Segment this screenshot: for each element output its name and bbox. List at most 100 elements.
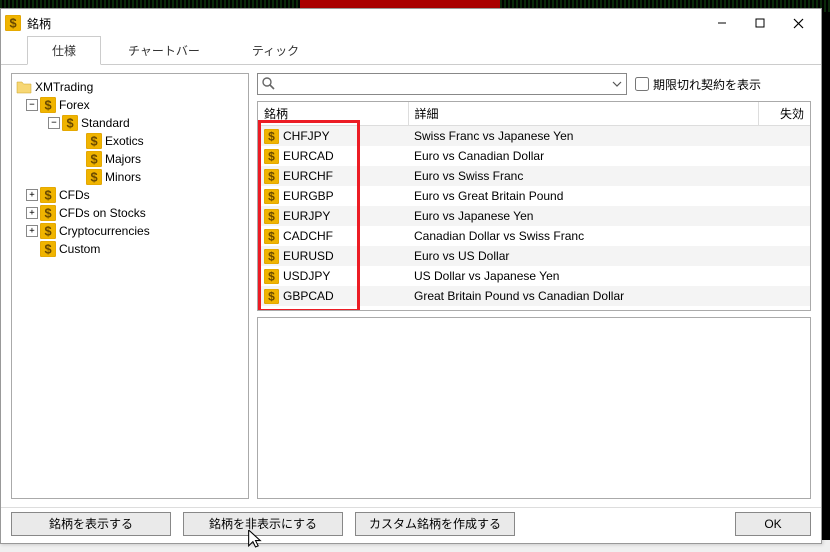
dollar-icon — [264, 269, 279, 284]
tree-node-xmtrading[interactable]: XMTrading — [14, 78, 246, 96]
symbol-cell: EURGBP — [283, 189, 334, 203]
chevron-down-icon — [610, 77, 624, 91]
symbol-table[interactable]: 銘柄 詳細 失効 CHFJPY Swiss Franc vs Japanese … — [258, 102, 810, 306]
tree-spacer — [26, 243, 38, 255]
show-symbol-button[interactable]: 銘柄を表示する — [11, 512, 171, 536]
footer: 銘柄を表示する 銘柄を非表示にする カスタム銘柄を作成する OK — [1, 507, 821, 543]
tab-spec[interactable]: 仕様 — [27, 36, 101, 65]
maximize-icon — [755, 18, 765, 28]
tree-node-leaf[interactable]: Exotics — [70, 132, 246, 150]
collapse-icon[interactable]: − — [48, 117, 60, 129]
invalid-cell — [758, 186, 810, 206]
search-dropdown-button[interactable] — [609, 75, 625, 93]
detail-cell: Euro vs Swiss Franc — [408, 166, 758, 186]
dollar-icon — [264, 289, 279, 304]
tree-node-cryptocurrencies[interactable]: + Cryptocurrencies — [24, 222, 246, 240]
tree-pane[interactable]: XMTrading − Forex — [11, 73, 249, 499]
symbol-cell: EURJPY — [283, 209, 330, 223]
dollar-icon — [264, 249, 279, 264]
tree-node-leaf[interactable]: Minors — [70, 168, 246, 186]
tree-node-cfds-on-stocks[interactable]: + CFDs on Stocks — [24, 204, 246, 222]
create-custom-button[interactable]: カスタム銘柄を作成する — [355, 512, 515, 536]
detail-cell: US Dollar vs Japanese Yen — [408, 266, 758, 286]
col-symbol[interactable]: 銘柄 — [258, 102, 408, 126]
tab-chartbar[interactable]: チャートバー — [103, 36, 225, 64]
dollar-icon — [40, 187, 56, 203]
detail-pane — [257, 317, 811, 499]
invalid-cell — [758, 206, 810, 226]
dollar-icon — [264, 229, 279, 244]
dollar-icon — [62, 115, 78, 131]
tree-label: XMTrading — [35, 80, 93, 94]
detail-cell: Euro vs Canadian Dollar — [408, 146, 758, 166]
tree-node-custom[interactable]: Custom — [24, 240, 246, 258]
dollar-icon — [264, 169, 279, 184]
symbol-cell: CHFJPY — [283, 129, 330, 143]
col-detail[interactable]: 詳細 — [408, 102, 758, 126]
search-input[interactable] — [257, 73, 627, 95]
tree-spacer — [72, 135, 84, 147]
dollar-icon — [40, 223, 56, 239]
tree-spacer — [72, 171, 84, 183]
tree-node-forex[interactable]: − Forex — [24, 96, 246, 114]
expand-icon[interactable]: + — [26, 225, 38, 237]
detail-cell: Canadian Dollar vs Swiss Franc — [408, 226, 758, 246]
dollar-icon — [40, 241, 56, 257]
ok-button[interactable]: OK — [735, 512, 811, 536]
close-icon — [793, 18, 804, 29]
tab-tick[interactable]: ティック — [227, 36, 324, 64]
detail-cell: Euro vs Japanese Yen — [408, 206, 758, 226]
table-row[interactable]: CADCHF Canadian Dollar vs Swiss Franc — [258, 226, 810, 246]
table-row[interactable]: EURCAD Euro vs Canadian Dollar — [258, 146, 810, 166]
tree-node-standard[interactable]: − Standard — [46, 114, 246, 132]
search-icon — [261, 76, 275, 90]
invalid-cell — [758, 246, 810, 266]
symbol-cell: GBPCAD — [283, 289, 334, 303]
symbol-cell: EURCHF — [283, 169, 333, 183]
dollar-icon — [86, 151, 102, 167]
expired-checkbox[interactable] — [635, 77, 649, 91]
dollar-icon — [40, 97, 56, 113]
symbol-cell: USDJPY — [283, 269, 330, 283]
symbol-table-wrap: 銘柄 詳細 失効 CHFJPY Swiss Franc vs Japanese … — [257, 101, 811, 311]
table-row[interactable]: GBPCAD Great Britain Pound vs Canadian D… — [258, 286, 810, 306]
tree-node-cfds[interactable]: + CFDs — [24, 186, 246, 204]
expired-checkbox-label[interactable]: 期限切れ契約を表示 — [635, 76, 761, 93]
table-row[interactable]: EURGBP Euro vs Great Britain Pound — [258, 186, 810, 206]
expand-icon[interactable]: + — [26, 189, 38, 201]
col-invalid[interactable]: 失効 — [758, 102, 810, 126]
invalid-cell — [758, 166, 810, 186]
detail-cell: Swiss Franc vs Japanese Yen — [408, 126, 758, 147]
minimize-button[interactable] — [703, 9, 741, 37]
table-row[interactable]: CHFJPY Swiss Franc vs Japanese Yen — [258, 126, 810, 147]
close-button[interactable] — [779, 9, 817, 37]
detail-cell: Euro vs Great Britain Pound — [408, 186, 758, 206]
dollar-icon — [264, 209, 279, 224]
symbol-cell: EURCAD — [283, 149, 334, 163]
invalid-cell — [758, 266, 810, 286]
dollar-icon — [40, 205, 56, 221]
maximize-button[interactable] — [741, 9, 779, 37]
collapse-icon[interactable]: − — [26, 99, 38, 111]
table-row[interactable]: EURUSD Euro vs US Dollar — [258, 246, 810, 266]
invalid-cell — [758, 126, 810, 147]
dollar-icon — [264, 149, 279, 164]
tab-bar: 仕様 チャートバー ティック — [1, 37, 821, 65]
tree-label: Exotics — [105, 134, 144, 148]
table-row[interactable]: USDJPY US Dollar vs Japanese Yen — [258, 266, 810, 286]
table-row[interactable]: EURJPY Euro vs Japanese Yen — [258, 206, 810, 226]
invalid-cell — [758, 146, 810, 166]
symbols-dialog: 銘柄 仕様 チャートバー ティック XMTrading — [0, 8, 822, 544]
symbol-cell: CADCHF — [283, 229, 333, 243]
expand-icon[interactable]: + — [26, 207, 38, 219]
symbol-cell: EURUSD — [283, 249, 334, 263]
tree-label: Standard — [81, 116, 130, 130]
tree-label: Minors — [105, 170, 141, 184]
tree-node-leaf[interactable]: Majors — [70, 150, 246, 168]
minimize-icon — [717, 18, 727, 28]
hide-symbol-button[interactable]: 銘柄を非表示にする — [183, 512, 343, 536]
table-row[interactable]: EURCHF Euro vs Swiss Franc — [258, 166, 810, 186]
app-icon — [5, 15, 21, 31]
invalid-cell — [758, 286, 810, 306]
tree-label: Forex — [59, 98, 90, 112]
